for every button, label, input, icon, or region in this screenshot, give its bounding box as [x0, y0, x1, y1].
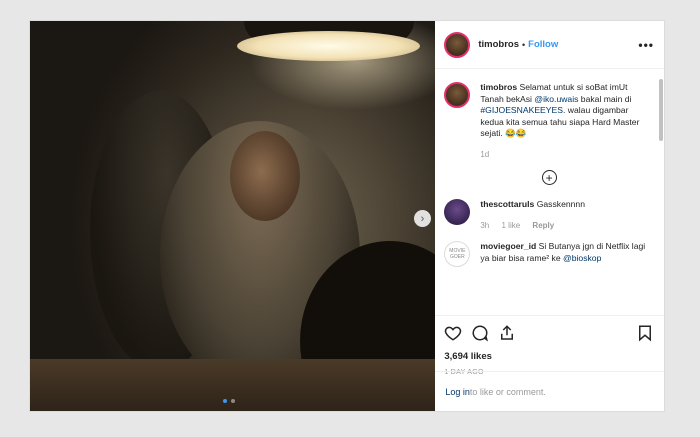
caption-time[interactable]: 1d	[480, 150, 489, 159]
separator: •	[522, 39, 526, 50]
post-photo[interactable]: ›	[30, 21, 436, 411]
avatar-logo-text: MOVIE GOER	[449, 248, 466, 260]
follow-button[interactable]: Follow	[528, 39, 558, 50]
chevron-right-icon: ›	[420, 212, 425, 225]
header-username[interactable]: timobros	[478, 39, 519, 50]
more-options-icon[interactable]: •••	[638, 38, 654, 52]
comment-mention[interactable]: @bioskop	[563, 253, 601, 263]
caption-username[interactable]: timobros	[480, 82, 517, 92]
avatar[interactable]: MOVIE GOER	[444, 241, 471, 267]
caption-text-2: bakal main di	[578, 93, 632, 104]
heart-icon[interactable]	[444, 324, 462, 342]
bookmark-icon[interactable]	[636, 324, 654, 342]
table	[30, 359, 436, 411]
comment-icon[interactable]	[471, 324, 489, 342]
likes-count[interactable]: 3,694 likes	[444, 351, 654, 362]
caption-hashtag[interactable]: #GIJOESNAKEEYES	[480, 105, 563, 115]
login-prompt: Log in to like or comment.	[435, 371, 664, 411]
scrollbar[interactable]	[659, 79, 663, 141]
post-header: timobros • Follow •••	[435, 21, 664, 69]
avatar[interactable]	[444, 31, 471, 58]
login-text: to like or comment.	[469, 386, 546, 397]
comment: thescottaruls Gasskennnn 3h 1 like Reply	[444, 199, 654, 231]
comment-username[interactable]: moviegoer_id	[480, 241, 536, 251]
comment-likes[interactable]: 1 like	[502, 221, 521, 230]
avatar[interactable]	[444, 199, 471, 225]
load-more-comments-button[interactable]: +	[541, 170, 557, 185]
lamp-light	[237, 31, 420, 61]
carousel-dot	[231, 399, 235, 403]
login-link[interactable]: Log in	[445, 387, 470, 397]
comment-username[interactable]: thescottaruls	[480, 199, 534, 209]
carousel-dots	[223, 399, 235, 403]
post-sidebar: timobros • Follow ••• timobros Selamat u…	[435, 21, 664, 411]
carousel-dot	[223, 399, 227, 403]
reply-button[interactable]: Reply	[532, 221, 554, 230]
instagram-post: › timobros • Follow ••• timobros Selamat…	[29, 20, 665, 412]
caption: timobros Selamat untuk si soBat imUt Tan…	[444, 82, 654, 160]
comment-time[interactable]: 3h	[480, 221, 489, 230]
comments-list[interactable]: timobros Selamat untuk si soBat imUt Tan…	[435, 69, 664, 315]
man-center-head	[230, 131, 300, 221]
next-photo-button[interactable]: ›	[414, 210, 431, 227]
comment-text: Gasskennnn	[536, 199, 585, 209]
comment: MOVIE GOER moviegoer_id Si Butanya jgn d…	[444, 241, 654, 267]
avatar[interactable]	[444, 82, 471, 108]
caption-mention[interactable]: @iko.uwais	[534, 94, 578, 104]
plus-icon: +	[545, 170, 553, 185]
share-icon[interactable]	[498, 324, 516, 342]
